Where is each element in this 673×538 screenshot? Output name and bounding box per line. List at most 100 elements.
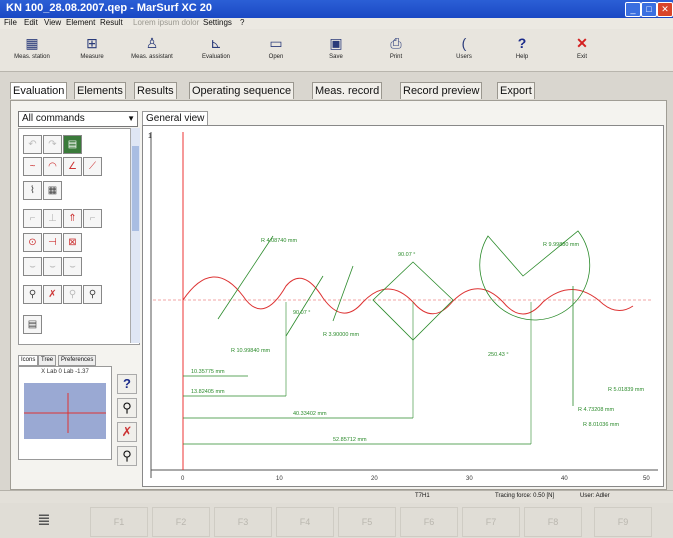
- menu-file[interactable]: File: [4, 18, 17, 27]
- close-button[interactable]: ✕: [657, 2, 673, 17]
- save-button[interactable]: ▣ Save: [310, 32, 362, 68]
- annotation-8: 10.35775 mm: [191, 369, 225, 375]
- fit-element-icon[interactable]: ◠: [43, 157, 62, 176]
- x-tick-50: 50: [643, 476, 650, 482]
- distance-icon[interactable]: ⊣: [43, 233, 62, 252]
- fkey-3[interactable]: F3: [214, 507, 272, 537]
- help-button[interactable]: ? Help: [496, 32, 548, 68]
- help-side-icon[interactable]: ?: [117, 374, 137, 394]
- fkey-4[interactable]: F4: [276, 507, 334, 537]
- profile-icon[interactable]: ~: [23, 157, 42, 176]
- zoom-icon[interactable]: ⚲: [23, 285, 42, 304]
- exit-button[interactable]: ✕ Exit: [556, 32, 608, 68]
- x-tick-10: 10: [276, 476, 283, 482]
- menu-disabled: Lorem ipsum dolor: [133, 18, 200, 27]
- fkey-1[interactable]: F1: [90, 507, 148, 537]
- curve-icon[interactable]: ⌇: [23, 181, 42, 200]
- tool-disabled-3-icon[interactable]: ⌐: [83, 209, 102, 228]
- commands-select[interactable]: All commands ▼: [18, 111, 138, 127]
- report-icon[interactable]: ▤: [23, 315, 42, 334]
- delete-zoom-icon[interactable]: ✗: [43, 285, 62, 304]
- evaluation-button[interactable]: ⊾ Evaluation: [190, 32, 242, 68]
- maximize-button[interactable]: □: [641, 2, 657, 17]
- print-button[interactable]: ⎙ Print: [370, 32, 422, 68]
- fkey-5[interactable]: F5: [338, 507, 396, 537]
- tab-results[interactable]: Results: [134, 82, 177, 99]
- subtab-tree[interactable]: Tree: [38, 355, 57, 366]
- zoom-out-side-icon[interactable]: ⚲: [117, 446, 137, 466]
- tab-elements[interactable]: Elements: [74, 82, 126, 99]
- users-button[interactable]: ( Users: [438, 32, 490, 68]
- print-icon: ⎙: [390, 35, 402, 51]
- users-icon: (: [461, 35, 467, 51]
- tool-disabled-4-icon[interactable]: ⌣: [23, 257, 42, 276]
- meas-assistant-button[interactable]: ♙ Meas. assistant: [126, 32, 178, 68]
- window-title: KN 100_28.08.2007.qep - MarSurf XC 20: [6, 2, 213, 14]
- palette-scrollbar[interactable]: [130, 128, 140, 343]
- general-view-tab[interactable]: General view: [142, 111, 209, 126]
- fkey-8[interactable]: F8: [524, 507, 582, 537]
- main-tabs: Evaluation Elements Results Operating se…: [10, 82, 570, 100]
- menu-view[interactable]: View: [44, 18, 61, 27]
- stack-icon[interactable]: ≣: [16, 507, 72, 535]
- annotation-11: R 4.73208 mm: [578, 407, 614, 413]
- scroll-thumb[interactable]: [132, 146, 139, 231]
- element-tool-icon[interactable]: ⊠: [63, 233, 82, 252]
- measure-button[interactable]: ⊞ Measure: [66, 32, 118, 68]
- status-bar: T7H1 Tracing force: 0.50 [N] User: Adler: [0, 490, 673, 503]
- zoom-side-icon[interactable]: ⚲: [117, 398, 137, 418]
- angle-icon[interactable]: ∠: [63, 157, 82, 176]
- status-user: User: Adler: [580, 493, 610, 499]
- menu-help[interactable]: ?: [240, 18, 244, 27]
- zoom-disabled-icon[interactable]: ⚲: [63, 285, 82, 304]
- radius-line-2: [285, 275, 324, 337]
- meas-assistant-icon: ♙: [145, 35, 159, 51]
- menu-edit[interactable]: Edit: [24, 18, 38, 27]
- up-arrow-icon[interactable]: ⇑: [63, 209, 82, 228]
- open-folder-icon: ▭: [269, 35, 283, 51]
- general-view-graph[interactable]: 1 0 10 20 30 40 50 R 4.08740 mm 90.07 ° …: [142, 125, 664, 487]
- menu-result[interactable]: Result: [100, 18, 123, 27]
- meas-station-button[interactable]: ▦ Meas. station: [6, 32, 58, 68]
- annotation-9: 13.82405 mm: [191, 389, 225, 395]
- tool-disabled-2-icon[interactable]: ⊥: [43, 209, 62, 228]
- undo-icon[interactable]: ↶: [23, 135, 42, 154]
- line-icon[interactable]: ⟋: [83, 157, 102, 176]
- tool-disabled-6-icon[interactable]: ⌣: [63, 257, 82, 276]
- zoom-in-icon[interactable]: ⚲: [83, 285, 102, 304]
- tab-meas-record[interactable]: Meas. record: [312, 82, 383, 99]
- tab-record-preview[interactable]: Record preview: [400, 82, 483, 99]
- command-green-icon[interactable]: ▤: [63, 135, 82, 154]
- menu-element[interactable]: Element: [66, 18, 95, 27]
- annotation-13: R 5.01839 mm: [608, 387, 644, 393]
- menu-bar: File Edit View Element Result Lorem ipsu…: [0, 18, 673, 29]
- minimize-button[interactable]: _: [625, 2, 641, 17]
- tab-operating-sequence[interactable]: Operating sequence: [189, 82, 295, 99]
- profile-preview: X Lab 0 Lab -1.37: [18, 366, 112, 460]
- preview-profile-svg: [24, 393, 106, 433]
- grid-icon[interactable]: ▦: [43, 181, 62, 200]
- tab-export[interactable]: Export: [497, 82, 535, 99]
- preview-title: X Lab 0 Lab -1.37: [41, 369, 89, 375]
- fkey-2[interactable]: F2: [152, 507, 210, 537]
- exit-icon: ✕: [576, 35, 588, 51]
- title-bar: KN 100_28.08.2007.qep - MarSurf XC 20 _ …: [0, 0, 673, 18]
- preview-plot: [24, 383, 106, 439]
- circle-target-icon[interactable]: ⊙: [23, 233, 42, 252]
- fkey-9[interactable]: F9: [594, 507, 652, 537]
- command-palette: ↶ ↷ ▤ ~ ◠ ∠ ⟋ ⌇ ▦ ⌐ ⊥ ⇑ ⌐ ⊙ ⊣ ⊠ ⌣ ⌣ ⌣ ⚲ …: [18, 128, 140, 345]
- tool-disabled-5-icon[interactable]: ⌣: [43, 257, 62, 276]
- measure-icon: ⊞: [86, 35, 98, 51]
- tool-disabled-1-icon[interactable]: ⌐: [23, 209, 42, 228]
- redo-icon[interactable]: ↷: [43, 135, 62, 154]
- fkey-6[interactable]: F6: [400, 507, 458, 537]
- clear-zoom-icon[interactable]: ✗: [117, 422, 137, 442]
- menu-settings[interactable]: Settings: [203, 18, 232, 27]
- open-button[interactable]: ▭ Open: [250, 32, 302, 68]
- subtab-icons[interactable]: Icons: [18, 355, 39, 366]
- tab-evaluation[interactable]: Evaluation: [10, 82, 68, 99]
- function-key-bar: ≣ F1 F2 F3 F4 F5 F6 F7 F8 F9: [0, 503, 673, 538]
- palette-subtabs: Icons Tree Preferences: [18, 355, 110, 366]
- fkey-7[interactable]: F7: [462, 507, 520, 537]
- subtab-preferences[interactable]: Preferences: [58, 355, 97, 366]
